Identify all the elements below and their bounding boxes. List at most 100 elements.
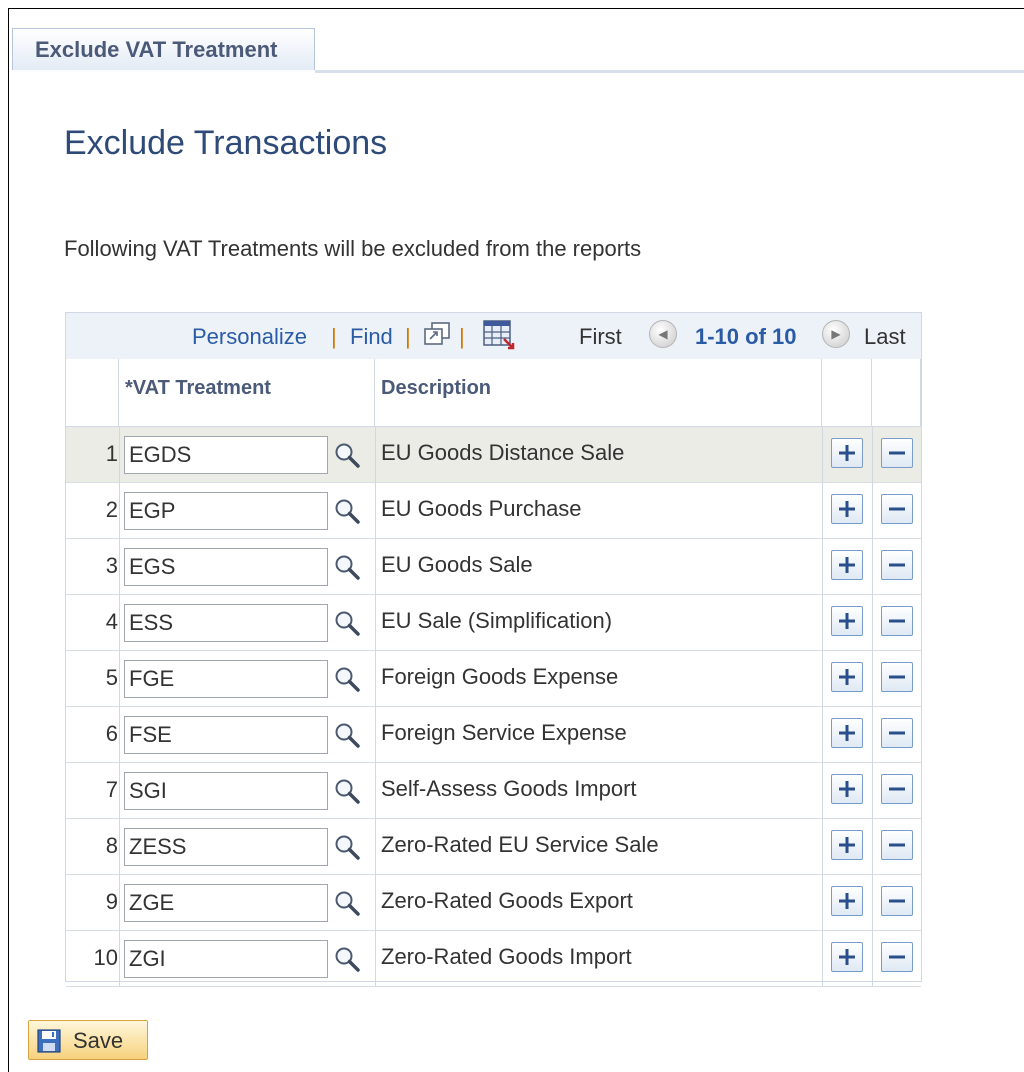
description-text: Foreign Goods Expense [381,664,619,689]
lookup-icon[interactable] [333,497,361,525]
table-row: 6 Foreign Service Expense [66,707,921,763]
plus-icon [839,781,855,797]
minus-icon [889,787,905,791]
vat-treatment-grid: Personalize | Find | | First ◀ 1-10 of 1… [65,312,922,987]
minus-icon [889,507,905,511]
vat-treatment-input[interactable] [124,940,328,978]
add-row-button[interactable] [831,494,863,524]
vat-treatment-input[interactable] [124,436,328,474]
row-number: 4 [105,609,118,634]
vat-treatment-input[interactable] [124,828,328,866]
personalize-link[interactable]: Personalize [192,324,307,350]
delete-column-header [872,359,921,427]
table-row: 9 Zero-Rated Goods Export [66,875,921,931]
minus-icon [889,675,905,679]
plus-icon [839,501,855,517]
lookup-icon[interactable] [333,889,361,917]
save-label: Save [73,1028,124,1053]
lookup-icon[interactable] [333,945,361,973]
tab-exclude-vat-treatment[interactable]: Exclude VAT Treatment [12,28,315,70]
vat-treatment-input[interactable] [124,660,328,698]
minus-icon [889,843,905,847]
plus-icon [839,669,855,685]
row-number: 8 [105,833,118,858]
add-row-button[interactable] [831,438,863,468]
plus-icon [839,949,855,965]
row-number: 2 [105,497,118,522]
row-number: 9 [105,889,118,914]
description-text: EU Goods Purchase [381,496,582,521]
toolbar-separator: | [405,324,411,349]
add-row-button[interactable] [831,606,863,636]
table-row: 5 Foreign Goods Expense [66,651,921,707]
vat-treatment-input[interactable] [124,716,328,754]
vat-treatment-input[interactable] [124,492,328,530]
plus-icon [839,557,855,573]
plus-icon [839,893,855,909]
first-label: First [579,324,622,349]
add-column-header [822,359,872,427]
row-number: 10 [93,945,118,970]
delete-row-button[interactable] [881,438,913,468]
download-spreadsheet-icon[interactable] [482,319,516,357]
add-row-button[interactable] [831,830,863,860]
minus-icon [889,899,905,903]
find-link[interactable]: Find [350,324,393,350]
vat-treatment-input[interactable] [124,772,328,810]
next-arrow-icon[interactable]: ▶ [822,320,850,348]
table-row: 3 EU Goods Sale [66,539,921,595]
add-row-button[interactable] [831,774,863,804]
delete-row-button[interactable] [881,942,913,972]
delete-row-button[interactable] [881,662,913,692]
save-button[interactable]: Save [28,1020,148,1060]
vat-treatment-input[interactable] [124,548,328,586]
save-icon [37,1029,61,1059]
delete-row-button[interactable] [881,774,913,804]
description-text: Self-Assess Goods Import [381,776,637,801]
column-header-description[interactable]: Description [375,359,822,427]
delete-row-button[interactable] [881,886,913,916]
plus-icon [839,613,855,629]
delete-row-button[interactable] [881,550,913,580]
table-row: 10 Zero-Rated Goods Import [66,931,921,987]
plus-icon [839,725,855,741]
view-all-icon[interactable] [422,321,452,353]
delete-row-button[interactable] [881,718,913,748]
table-row: 1 EU Goods Distance Sale [66,427,921,483]
vat-treatment-input[interactable] [124,604,328,642]
column-header-vat-treatment[interactable]: *VAT Treatment [119,359,375,427]
add-row-button[interactable] [831,718,863,748]
grid-toolbar: Personalize | Find | | First ◀ 1-10 of 1… [66,313,921,360]
row-number: 6 [105,721,118,746]
delete-row-button[interactable] [881,606,913,636]
tab-bar-line [315,70,1024,73]
delete-row-button[interactable] [881,494,913,524]
minus-icon [889,451,905,455]
lookup-icon[interactable] [333,833,361,861]
description-text: Zero-Rated EU Service Sale [381,832,659,857]
row-range-label: 1-10 of 10 [695,324,797,349]
lookup-icon[interactable] [333,553,361,581]
toolbar-separator: | [331,324,337,349]
add-row-button[interactable] [831,942,863,972]
vat-treatment-input[interactable] [124,884,328,922]
plus-icon [839,445,855,461]
add-row-button[interactable] [831,662,863,692]
plus-icon [839,837,855,853]
previous-arrow-icon[interactable]: ◀ [649,320,677,348]
delete-row-button[interactable] [881,830,913,860]
minus-icon [889,955,905,959]
lookup-icon[interactable] [333,721,361,749]
minus-icon [889,563,905,567]
description-text: EU Sale (Simplification) [381,608,613,633]
lookup-icon[interactable] [333,665,361,693]
table-row: 8 Zero-Rated EU Service Sale [66,819,921,875]
row-number: 1 [105,441,118,466]
row-number: 3 [105,553,118,578]
table-row: 2 EU Goods Purchase [66,483,921,539]
add-row-button[interactable] [831,886,863,916]
lookup-icon[interactable] [333,777,361,805]
lookup-icon[interactable] [333,441,361,469]
lookup-icon[interactable] [333,609,361,637]
add-row-button[interactable] [831,550,863,580]
